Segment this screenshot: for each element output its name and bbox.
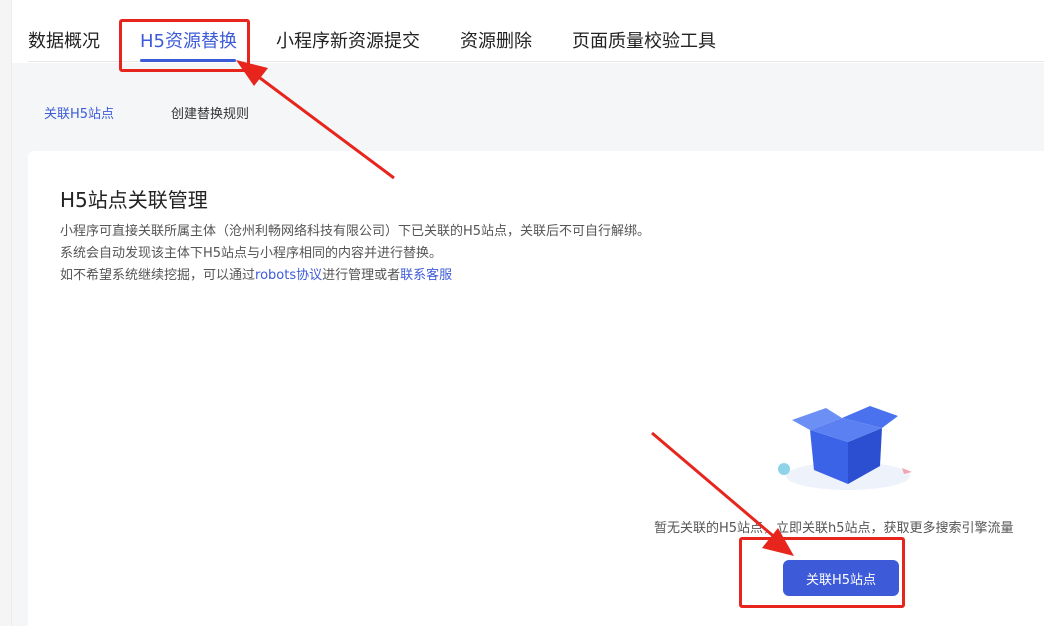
tab-data-overview[interactable]: 数据概况 <box>28 28 100 56</box>
left-sidebar-edge <box>0 0 12 626</box>
card-description-line-3: 如不希望系统继续挖掘，可以通过robots协议进行管理或者联系客服 <box>60 264 452 283</box>
active-tab-indicator <box>140 59 236 62</box>
subtab-link-h5-site[interactable]: 关联H5站点 <box>44 103 114 122</box>
robots-protocol-link[interactable]: robots协议 <box>255 268 322 283</box>
tab-page-quality-tool[interactable]: 页面质量校验工具 <box>572 28 716 56</box>
contact-support-link[interactable]: 联系客服 <box>400 268 452 283</box>
tab-resource-delete[interactable]: 资源删除 <box>460 28 532 56</box>
desc-line3-prefix: 如不希望系统继续挖掘，可以通过 <box>60 268 256 283</box>
card-description-line-1: 小程序可直接关联所属主体（沧州利畅网络科技有限公司）下已关联的H5站点，关联后不… <box>60 224 651 239</box>
desc-line3-mid: 进行管理或者 <box>322 268 401 283</box>
card-title: H5站点关联管理 <box>60 188 208 212</box>
tab-miniprogram-new-resource[interactable]: 小程序新资源提交 <box>276 28 420 56</box>
link-h5-site-button[interactable]: 关联H5站点 <box>783 560 899 596</box>
card-description-line-2: 系统会自动发现该主体下H5站点与小程序相同的内容并进行替换。 <box>60 246 443 261</box>
tab-h5-resource-replace[interactable]: H5资源替换 <box>140 28 237 56</box>
empty-box-illustration <box>770 398 920 498</box>
empty-state-text: 暂无关联的H5站点，立即关联h5站点，获取更多搜索引擎流量 <box>654 521 1014 536</box>
subtab-create-replace-rule[interactable]: 创建替换规则 <box>171 103 249 122</box>
